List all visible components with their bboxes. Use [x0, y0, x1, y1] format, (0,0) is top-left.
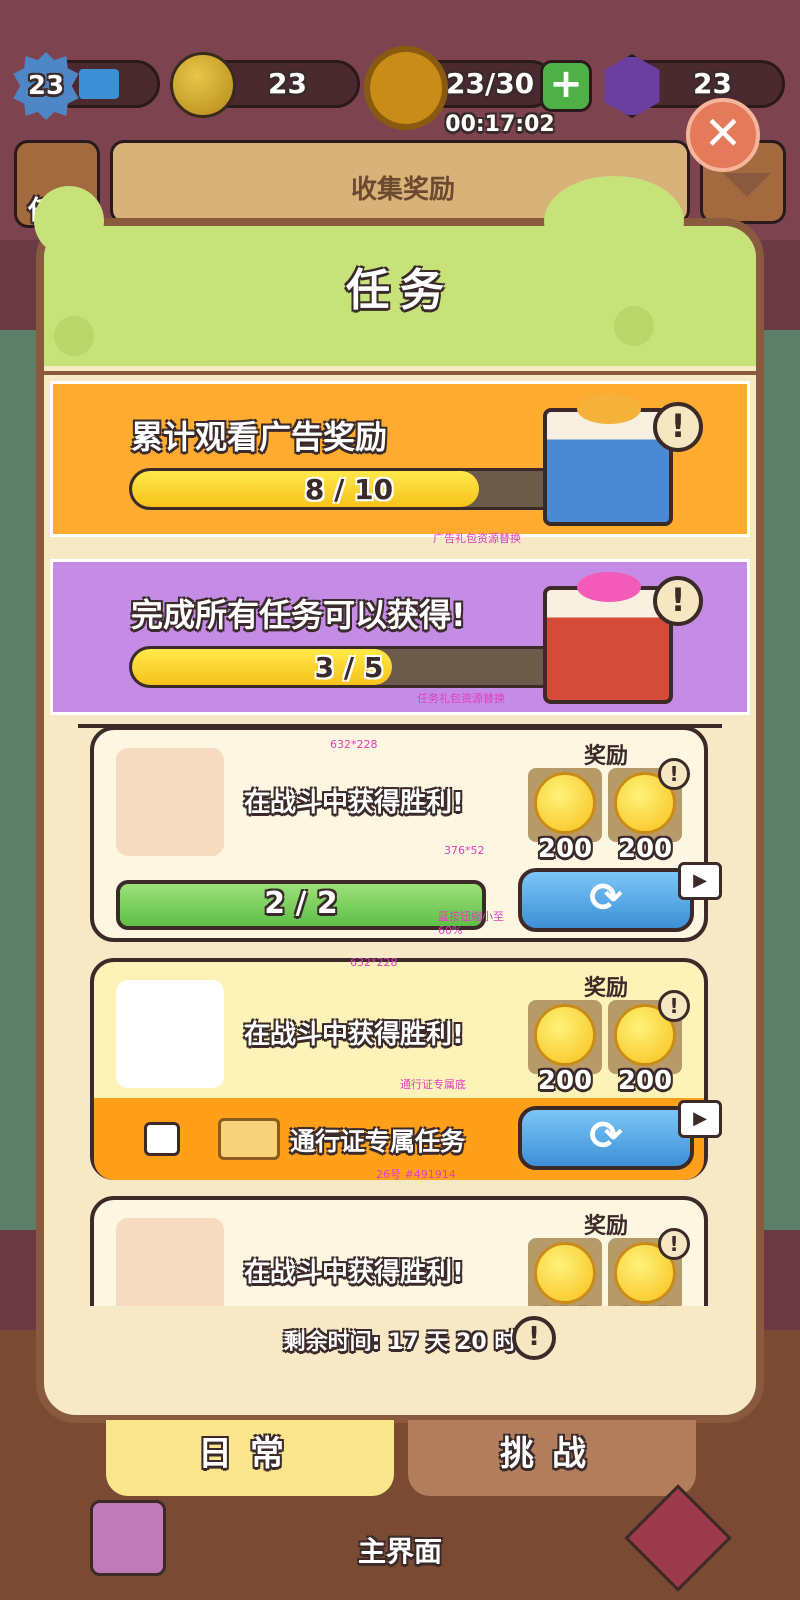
- task-icon-placeholder: [116, 1218, 224, 1306]
- sun-value: 23/30: [446, 67, 535, 100]
- ad-info-icon[interactable]: !: [653, 402, 703, 452]
- reward-value: 200: [537, 834, 593, 864]
- chevron-down-icon: [723, 173, 771, 197]
- remaining-time: 剩余时间: 17 天 20 时: [283, 1330, 517, 1355]
- tab-challenge[interactable]: 挑战: [408, 1420, 696, 1496]
- task-progress-bar: 2 / 2: [116, 880, 486, 930]
- reward-coin-icon: [528, 1000, 602, 1074]
- video-ad-icon: ▶: [678, 1100, 722, 1138]
- pass-ticket-icon: [218, 1118, 280, 1160]
- all-tasks-info-icon[interactable]: !: [653, 576, 703, 626]
- nav-home[interactable]: 主界面: [340, 1530, 460, 1570]
- reward-value: 200: [617, 834, 673, 864]
- ad-reward-title: 累计观看广告奖励: [131, 418, 388, 456]
- reward-coin-icon: [528, 768, 602, 842]
- button-scale-note: 蓝按钮缩小至60%: [438, 910, 504, 937]
- reward-coin-icon: [528, 1238, 602, 1306]
- all-tasks-banner[interactable]: 完成所有任务可以获得! 3 / 5 ! 任务礼包资源替换: [50, 559, 750, 715]
- reward-value: 200: [537, 1066, 593, 1096]
- reward-info-icon[interactable]: !: [658, 1228, 690, 1260]
- task-text: 在战斗中获得胜利!: [244, 1258, 464, 1288]
- add-sun-button[interactable]: +: [540, 60, 592, 112]
- task-size-note: 632*228: [330, 738, 378, 751]
- all-tasks-progress-bar: 3 / 5: [129, 646, 569, 688]
- task-size-note: 632*228: [350, 956, 398, 969]
- ad-reward-banner[interactable]: 累计观看广告奖励 8 / 10 ! 广告礼包资源替换: [50, 381, 750, 545]
- gem-value: 23: [693, 67, 732, 100]
- lock-icon: [144, 1122, 180, 1156]
- ad-progress-text: 8 / 10: [304, 473, 394, 506]
- task-text: 在战斗中获得胜利!: [244, 788, 464, 818]
- task-text: 在战斗中获得胜利!: [244, 1020, 464, 1050]
- bar-size-note: 376*52: [444, 844, 485, 857]
- coin-value: 23: [268, 67, 307, 100]
- pass-bg-note: 通行证专属底: [400, 1078, 466, 1091]
- resource-bar: 23 23 23/30 + 23: [0, 52, 800, 132]
- all-tasks-title: 完成所有任务可以获得!: [131, 596, 466, 634]
- task-gift-note: 任务礼包资源替换: [417, 692, 505, 705]
- refresh-task-button[interactable]: ⟳: [518, 868, 694, 932]
- reward-info-icon[interactable]: !: [658, 990, 690, 1022]
- font-note: 26号 #491914: [376, 1168, 456, 1181]
- reward-label: 奖励: [584, 1214, 629, 1239]
- panel-title: 任务: [346, 265, 454, 316]
- video-ad-icon: ▶: [678, 862, 722, 900]
- panel-header: 任务: [34, 176, 756, 366]
- tab-daily[interactable]: 日常: [106, 1420, 394, 1496]
- ad-gift-note: 广告礼包资源替换: [433, 532, 521, 545]
- energy-timer: 00:17:02: [445, 112, 555, 137]
- task-card: 在战斗中获得胜利! 奖励 200 200 ! 2 / 2 ⟳ ▶ 632*228…: [90, 726, 722, 942]
- reward-value: 200: [528, 1304, 602, 1306]
- task-card: 在战斗中获得胜利! 奖励 200 200 ! 通行证专属任务 ⟳ ▶ 632*2…: [90, 956, 722, 1181]
- ad-progress-bar: 8 / 10: [129, 468, 569, 510]
- refresh-task-button[interactable]: ⟳: [518, 1106, 694, 1170]
- task-card: 在战斗中获得胜利! 奖励 200 200 !: [90, 1196, 708, 1306]
- task-list: 在战斗中获得胜利! 奖励 200 200 ! 2 / 2 ⟳ ▶ 632*228…: [44, 726, 756, 1306]
- reward-label: 奖励: [584, 976, 629, 1001]
- plant-pot-icon: [116, 748, 224, 856]
- tv-video-icon: [116, 980, 224, 1088]
- close-button[interactable]: ✕: [686, 98, 760, 172]
- pass-exclusive-label: 通行证专属任务: [290, 1127, 466, 1156]
- reward-value: 200: [617, 1066, 673, 1096]
- all-tasks-progress-text: 3 / 5: [314, 651, 384, 684]
- task-panel: 任务 累计观看广告奖励 8 / 10 ! 广告礼包资源替换 完成所有任务可以获得…: [34, 176, 764, 1423]
- shop-icon[interactable]: [90, 1500, 166, 1576]
- reward-info-icon[interactable]: !: [658, 758, 690, 790]
- reward-value: 200: [608, 1304, 682, 1306]
- leaf-coin-icon: [170, 52, 236, 118]
- remaining-info-icon[interactable]: !: [512, 1316, 556, 1360]
- reward-label: 奖励: [584, 744, 629, 769]
